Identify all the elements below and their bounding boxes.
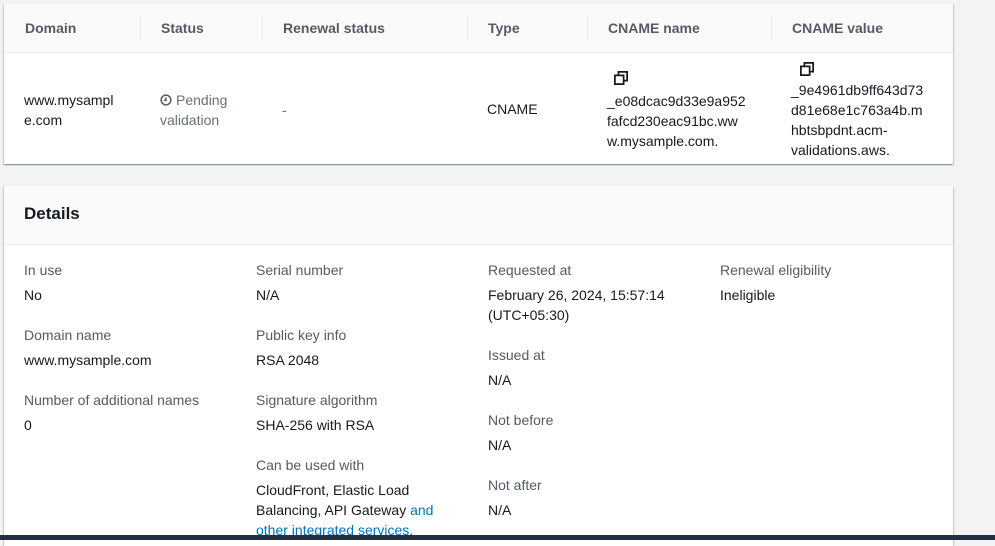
cname-value-line: hbtsbpdnt.acm- — [791, 122, 888, 138]
serial-number-label: Serial number — [256, 262, 344, 278]
signature-algorithm-value: SHA-256 with RSA — [256, 417, 375, 433]
not-after-label: Not after — [488, 477, 542, 493]
signature-algorithm-label: Signature algorithm — [256, 392, 378, 408]
public-key-value: RSA 2048 — [256, 352, 320, 368]
details-title: Details — [24, 204, 80, 223]
requested-at-label: Requested at — [488, 262, 572, 278]
renewal-status-cell: - — [282, 102, 287, 118]
domain-text-line: e.com — [24, 112, 63, 128]
issued-at-value: N/A — [488, 372, 512, 388]
requested-at-text: (UTC+05:30) — [488, 307, 570, 323]
cname-name-line: fafcd230eac91bc.ww — [607, 113, 738, 129]
renewal-eligibility-label: Renewal eligibility — [720, 262, 832, 278]
not-before-value: N/A — [488, 437, 512, 453]
integrated-services-link[interactable]: and — [410, 502, 433, 518]
clock-icon — [160, 94, 172, 106]
copy-icon[interactable] — [614, 71, 628, 85]
copy-icon[interactable] — [800, 62, 814, 76]
requested-at-value: February 26, 2024, 15:57:14 (UTC+05:30) — [488, 285, 665, 325]
cname-value-cell: _9e4961db9ff643d73 d81e68e1c763a4b.m hbt… — [791, 80, 923, 160]
cname-value-line: d81e68e1c763a4b.m — [791, 102, 923, 118]
details-panel: Details In use No Domain name www.mysamp… — [4, 186, 953, 546]
status-cell: Pending validation — [160, 90, 227, 130]
details-header: Details — [4, 186, 953, 245]
used-with-label: Can be used with — [256, 457, 365, 473]
column-header-cname-name[interactable]: CNAME name — [608, 4, 700, 52]
renewal-eligibility-value: Ineligible — [720, 287, 776, 303]
serial-number-value: N/A — [256, 287, 280, 303]
column-header-renewal-status[interactable]: Renewal status — [283, 4, 385, 52]
column-divider — [771, 16, 772, 40]
not-after-value: N/A — [488, 502, 512, 518]
status-text: Pending — [176, 92, 228, 108]
domain-name-label: Domain name — [24, 327, 112, 343]
cname-name-cell: _e08dcac9d33e9a952 fafcd230eac91bc.ww w.… — [607, 91, 746, 151]
status-text: validation — [160, 112, 220, 128]
column-header-domain[interactable]: Domain — [25, 4, 76, 52]
domain-cell: www.mysampl e.com — [24, 90, 113, 130]
used-with-text: CloudFront, Elastic Load — [256, 482, 410, 498]
column-divider — [262, 16, 263, 40]
issued-at-label: Issued at — [488, 347, 545, 363]
in-use-value: No — [24, 287, 42, 303]
type-cell: CNAME — [487, 101, 538, 117]
cname-name-line: w.mysample.com. — [607, 133, 719, 149]
domain-name-value: www.mysample.com — [24, 352, 152, 368]
additional-names-label: Number of additional names — [24, 392, 200, 408]
cname-value-line: _9e4961db9ff643d73 — [791, 82, 924, 98]
taskbar-strip — [0, 535, 995, 540]
used-with-text: Balancing, API Gateway — [256, 502, 407, 518]
cname-name-line: _e08dcac9d33e9a952 — [607, 93, 746, 109]
public-key-label: Public key info — [256, 327, 347, 343]
used-with-value: CloudFront, Elastic Load Balancing, API … — [256, 480, 433, 540]
domain-text-line: www.mysampl — [24, 92, 114, 108]
column-divider — [140, 16, 141, 40]
column-divider — [467, 16, 468, 40]
column-header-type[interactable]: Type — [488, 4, 520, 52]
not-before-label: Not before — [488, 412, 554, 428]
column-divider — [587, 16, 588, 40]
table-header: Domain Status Renewal status Type CNAME … — [4, 4, 953, 53]
in-use-label: In use — [24, 262, 63, 278]
column-header-cname-value[interactable]: CNAME value — [792, 4, 883, 52]
cname-value-line: validations.aws. — [791, 142, 890, 158]
column-header-status[interactable]: Status — [161, 4, 204, 52]
domains-panel: Domain Status Renewal status Type CNAME … — [4, 4, 953, 164]
additional-names-value: 0 — [24, 417, 32, 433]
requested-at-text: February 26, 2024, 15:57:14 — [488, 287, 665, 303]
